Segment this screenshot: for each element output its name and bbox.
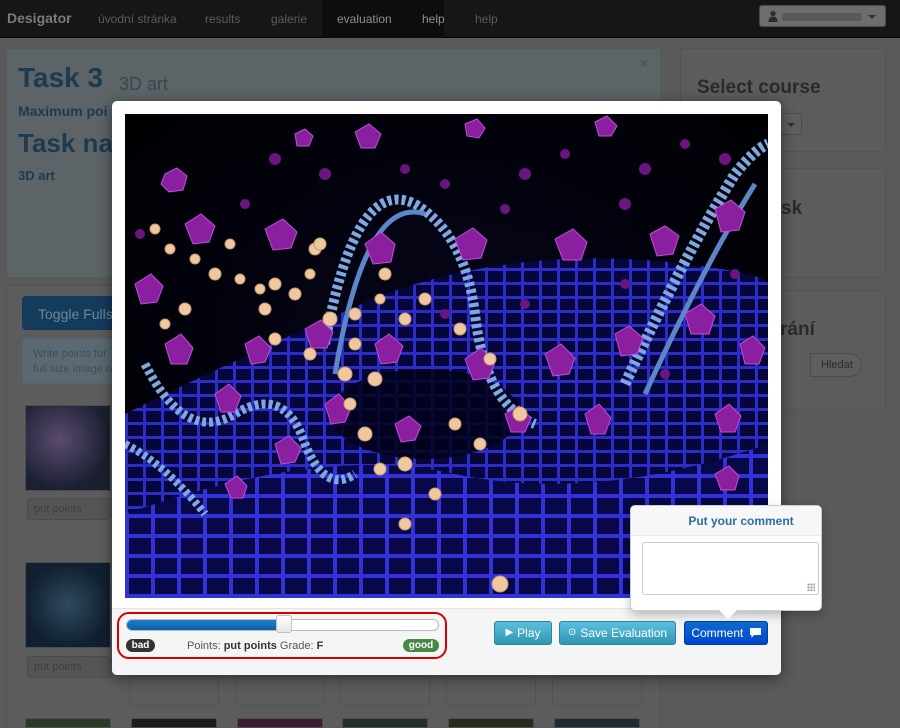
thumbnail-image: [25, 562, 111, 648]
save-circle-icon: ⊙: [567, 627, 577, 638]
task-category: 3D art: [18, 168, 55, 183]
points-input: put points: [27, 498, 111, 520]
max-points-label: Maximum poi: [18, 103, 108, 119]
nav-item-home[interactable]: úvodní stránka: [98, 12, 177, 26]
top-navbar: Desigator úvodní stránka results galerie…: [0, 0, 900, 38]
user-name-redacted: [782, 13, 862, 21]
thumbnail-image: [554, 718, 640, 728]
grade-value: F: [316, 640, 324, 652]
nav-item-help[interactable]: help: [422, 12, 445, 26]
thumbnail-image: [25, 718, 111, 728]
user-icon: [768, 10, 778, 22]
resize-grip-icon[interactable]: [807, 583, 815, 591]
points-grade-text: Points: put points Grade: F: [187, 640, 323, 652]
info-alert: Write points for full size image o: [22, 338, 122, 384]
chevron-down-icon: [868, 15, 876, 19]
user-menu-button[interactable]: [759, 5, 886, 27]
nav-item-evaluation[interactable]: evaluation: [337, 12, 392, 26]
points-prefix: Points:: [187, 640, 221, 652]
search-button: Hledat: [810, 353, 862, 377]
task-panel-title: sk: [781, 198, 803, 219]
points-input: put points: [27, 656, 111, 678]
course-select: [780, 113, 802, 135]
close-icon: ×: [640, 55, 649, 71]
play-label: Play: [517, 626, 541, 640]
card-placeholder: [129, 676, 219, 706]
thumbnail-image: [25, 405, 111, 491]
save-evaluation-button[interactable]: ⊙ Save Evaluation: [559, 621, 676, 645]
nav-item-help-2[interactable]: help: [475, 12, 498, 26]
thumbnail-image: [131, 718, 217, 728]
points-value: put points: [223, 640, 277, 652]
info-line: Write points for: [33, 348, 107, 360]
good-badge: good: [403, 639, 439, 652]
comment-icon: [749, 628, 761, 638]
card-placeholder: [446, 676, 536, 706]
info-line: full size image o: [33, 363, 112, 375]
card-placeholder: [552, 676, 642, 706]
nav-item-results[interactable]: results: [205, 12, 240, 26]
thumbnail-image: [342, 718, 428, 728]
select-course-title: Select course: [697, 77, 821, 98]
card-placeholder: [340, 676, 430, 706]
popover-arrow: [719, 610, 737, 619]
comment-popover: Put your comment: [630, 505, 822, 619]
points-slider-handle[interactable]: [275, 615, 292, 633]
thumbnail-image: [237, 718, 323, 728]
comment-label: Comment: [691, 626, 744, 640]
thumbnail-image: [448, 718, 534, 728]
bad-badge: bad: [126, 639, 155, 652]
card-placeholder: [235, 676, 325, 706]
task-subtitle: 3D art: [119, 74, 169, 94]
task-name: Task na: [18, 128, 113, 158]
brand-logo[interactable]: Desigator: [7, 10, 72, 26]
comment-textarea[interactable]: [642, 542, 819, 595]
save-label: Save Evaluation: [580, 626, 668, 640]
nav-item-gallery[interactable]: galerie: [271, 12, 307, 26]
play-button[interactable]: ▶ Play: [494, 621, 552, 645]
grade-prefix: Grade:: [279, 640, 314, 652]
comment-button[interactable]: Comment: [684, 621, 768, 645]
points-slider-fill: [127, 620, 283, 630]
comment-popover-title: Put your comment: [631, 506, 821, 536]
task-title: Task 3: [18, 62, 104, 93]
toggle-fullscreen-button: Toggle Fulls: [22, 296, 122, 330]
search-panel-title: rání: [780, 319, 815, 340]
play-icon: ▶: [505, 627, 514, 638]
